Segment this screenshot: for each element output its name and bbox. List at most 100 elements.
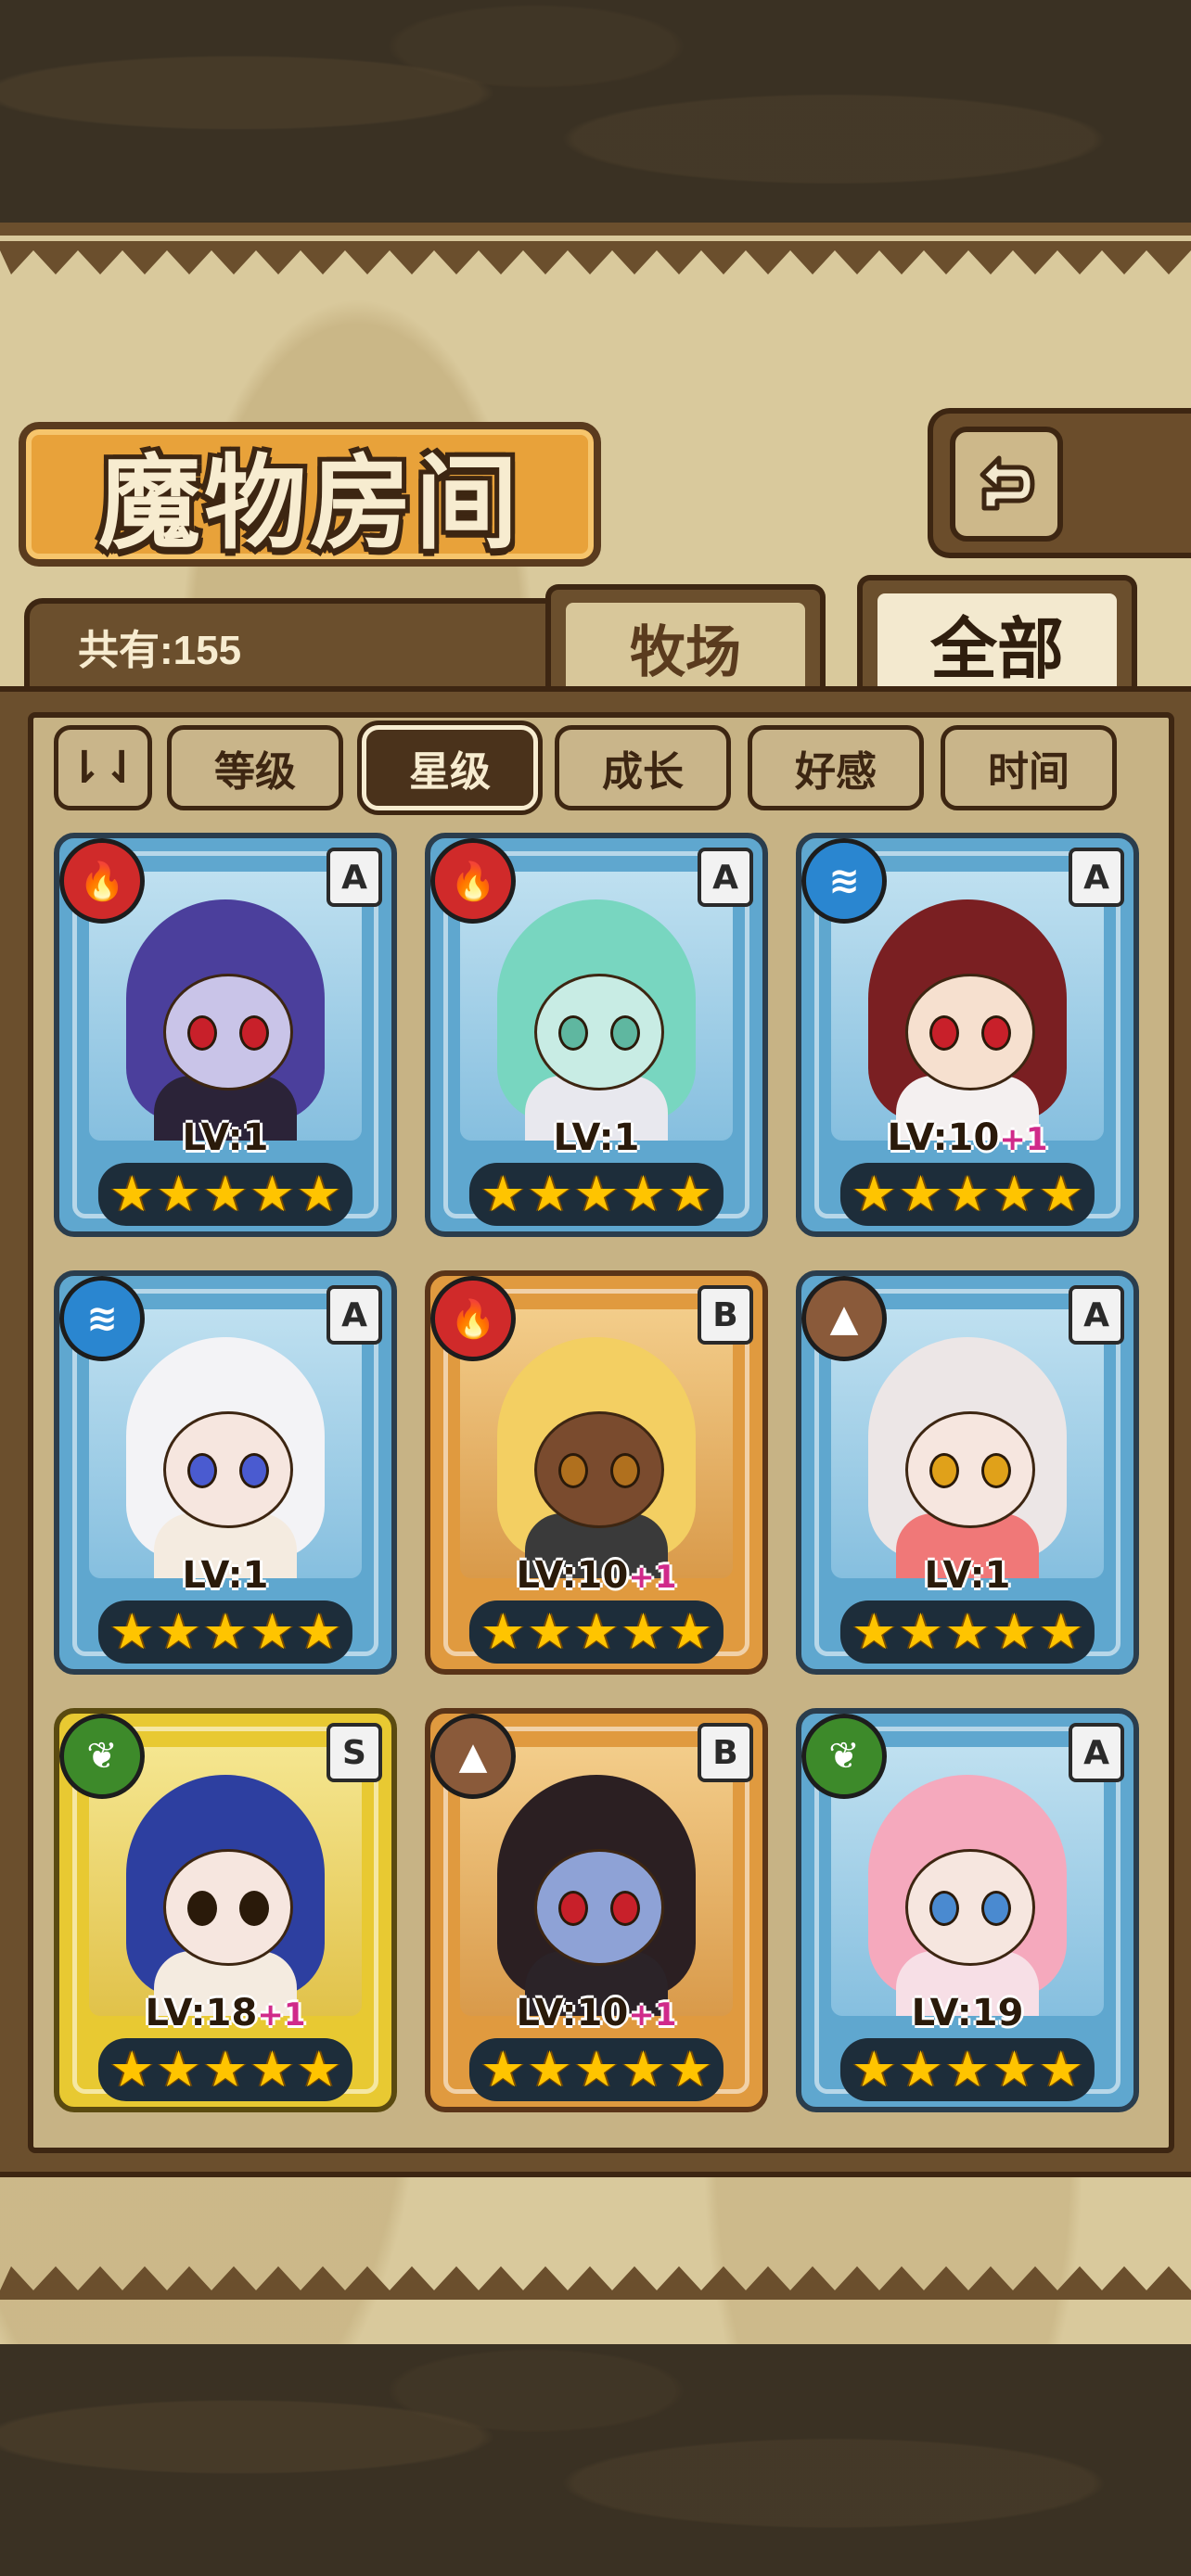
star-icon: ★ [250, 1602, 295, 1661]
star-icon: ★ [156, 1165, 201, 1223]
star-icon: ★ [109, 1602, 155, 1661]
portrait-eye [239, 1015, 269, 1051]
star-icon: ★ [667, 1602, 713, 1661]
portrait-eye [187, 1453, 217, 1488]
star-rating: ★ ★ ★ ★ ★ [468, 2038, 724, 2101]
star-icon: ★ [156, 2040, 201, 2098]
fire-element-icon: 🔥 [59, 838, 145, 924]
portrait-face [905, 1411, 1035, 1528]
level-value: LV:1 [182, 1116, 269, 1159]
sort-by-level-button[interactable]: 等级 [167, 725, 343, 810]
star-icon: ★ [250, 1165, 295, 1223]
portrait-face [163, 974, 293, 1090]
monster-card[interactable]: ❦ S LV:18+1 ★ ★ ★ ★ ★ [54, 1708, 397, 2112]
level-value: LV:10 [516, 1554, 629, 1597]
star-icon: ★ [156, 1602, 201, 1661]
portrait-eye [610, 1453, 640, 1488]
portrait-eye [610, 1015, 640, 1051]
monster-card[interactable]: ❦ A LV:19 ★ ★ ★ ★ ★ [796, 1708, 1139, 2112]
star-icon: ★ [851, 1602, 897, 1661]
monster-card[interactable]: 🔥 B LV:10+1 ★ ★ ★ ★ ★ [425, 1270, 768, 1675]
star-icon: ★ [898, 1602, 943, 1661]
rarity-badge: A [1069, 1723, 1124, 1782]
star-icon: ★ [296, 2040, 342, 2098]
monster-count: 共有:155 [78, 628, 242, 673]
level-value: LV:10 [516, 1992, 629, 2034]
star-icon: ★ [527, 1165, 572, 1223]
tab-ranch[interactable]: 牧场 [545, 584, 826, 692]
portrait-face [534, 1411, 664, 1528]
water-element-icon: ≋ [59, 1276, 145, 1361]
level-label: LV:18+1 [59, 1992, 391, 2034]
star-icon: ★ [621, 2040, 666, 2098]
portrait-eye [239, 1453, 269, 1488]
portrait-eye [239, 1891, 269, 1926]
sort-by-stars-button[interactable]: 星级 [362, 725, 538, 810]
tab-all[interactable]: 全部 [857, 575, 1137, 692]
monster-card[interactable]: ≋ A LV:1 ★ ★ ★ ★ ★ [54, 1270, 397, 1675]
sort-by-growth-button[interactable]: 成长 [555, 725, 731, 810]
zigzag-border-bottom [0, 2266, 1191, 2300]
star-icon: ★ [621, 1602, 666, 1661]
star-icon: ★ [202, 1165, 249, 1223]
page-title-plate: 魔物房间 [19, 422, 601, 567]
rarity-badge: B [698, 1723, 753, 1782]
level-value: LV:10 [887, 1116, 1000, 1159]
monster-card[interactable]: 🔥 A LV:1 ★ ★ ★ ★ ★ [425, 833, 768, 1237]
sort-order-toggle[interactable]: ⇂⇃ [54, 725, 152, 810]
level-label: LV:1 [59, 1116, 391, 1159]
portrait-eye [981, 1453, 1011, 1488]
star-rating: ★ ★ ★ ★ ★ [839, 1600, 1095, 1664]
portrait-eye [929, 1891, 959, 1926]
rarity-badge: A [698, 848, 753, 907]
level-value: LV:19 [911, 1992, 1024, 2034]
water-element-icon: ≋ [801, 838, 887, 924]
level-label: LV:1 [801, 1554, 1133, 1597]
nature-element-icon: ❦ [801, 1714, 887, 1799]
portrait-eye [610, 1891, 640, 1926]
star-icon: ★ [527, 2040, 572, 2098]
level-value: LV:1 [182, 1554, 269, 1597]
level-value: LV:1 [553, 1116, 640, 1159]
star-rating: ★ ★ ★ ★ ★ [97, 1163, 353, 1226]
rarity-badge: A [327, 848, 382, 907]
monster-card[interactable]: ▲ A LV:1 ★ ★ ★ ★ ★ [796, 1270, 1139, 1675]
back-button[interactable] [928, 408, 1191, 558]
map-background-top [0, 0, 1191, 232]
zigzag-border-top [0, 241, 1191, 274]
star-icon: ★ [573, 1602, 620, 1661]
portrait-face [163, 1849, 293, 1966]
star-icon: ★ [667, 2040, 713, 2098]
portrait-face [905, 1849, 1035, 1966]
fire-element-icon: 🔥 [430, 1276, 516, 1361]
nature-element-icon: ❦ [59, 1714, 145, 1799]
level-label: LV:10+1 [430, 1992, 762, 2034]
star-icon: ★ [202, 2040, 249, 2098]
portrait-eye [981, 1015, 1011, 1051]
level-label: LV:19 [801, 1992, 1133, 2034]
monster-card[interactable]: ▲ B LV:10+1 ★ ★ ★ ★ ★ [425, 1708, 768, 2112]
portrait-eye [929, 1015, 959, 1051]
rarity-badge: A [327, 1285, 382, 1345]
monster-card[interactable]: ≋ A LV:10+1 ★ ★ ★ ★ ★ [796, 833, 1139, 1237]
portrait-eye [187, 1015, 217, 1051]
star-icon: ★ [898, 1165, 943, 1223]
star-rating: ★ ★ ★ ★ ★ [839, 1163, 1095, 1226]
level-label: LV:1 [430, 1116, 762, 1159]
star-icon: ★ [944, 1165, 991, 1223]
level-bonus: +1 [257, 1996, 306, 2034]
level-bonus: +1 [628, 1996, 677, 2034]
portrait-eye [929, 1453, 959, 1488]
star-icon: ★ [1038, 1602, 1084, 1661]
star-icon: ★ [851, 2040, 897, 2098]
monster-card[interactable]: 🔥 A LV:1 ★ ★ ★ ★ ★ [54, 833, 397, 1237]
star-icon: ★ [667, 1165, 713, 1223]
star-icon: ★ [898, 2040, 943, 2098]
star-icon: ★ [109, 2040, 155, 2098]
star-rating: ★ ★ ★ ★ ★ [468, 1600, 724, 1664]
page-title: 魔物房间 [98, 443, 521, 563]
earth-element-icon: ▲ [801, 1276, 887, 1361]
sort-by-time-button[interactable]: 时间 [941, 725, 1117, 810]
level-label: LV:10+1 [801, 1116, 1133, 1159]
sort-by-affection-button[interactable]: 好感 [748, 725, 924, 810]
